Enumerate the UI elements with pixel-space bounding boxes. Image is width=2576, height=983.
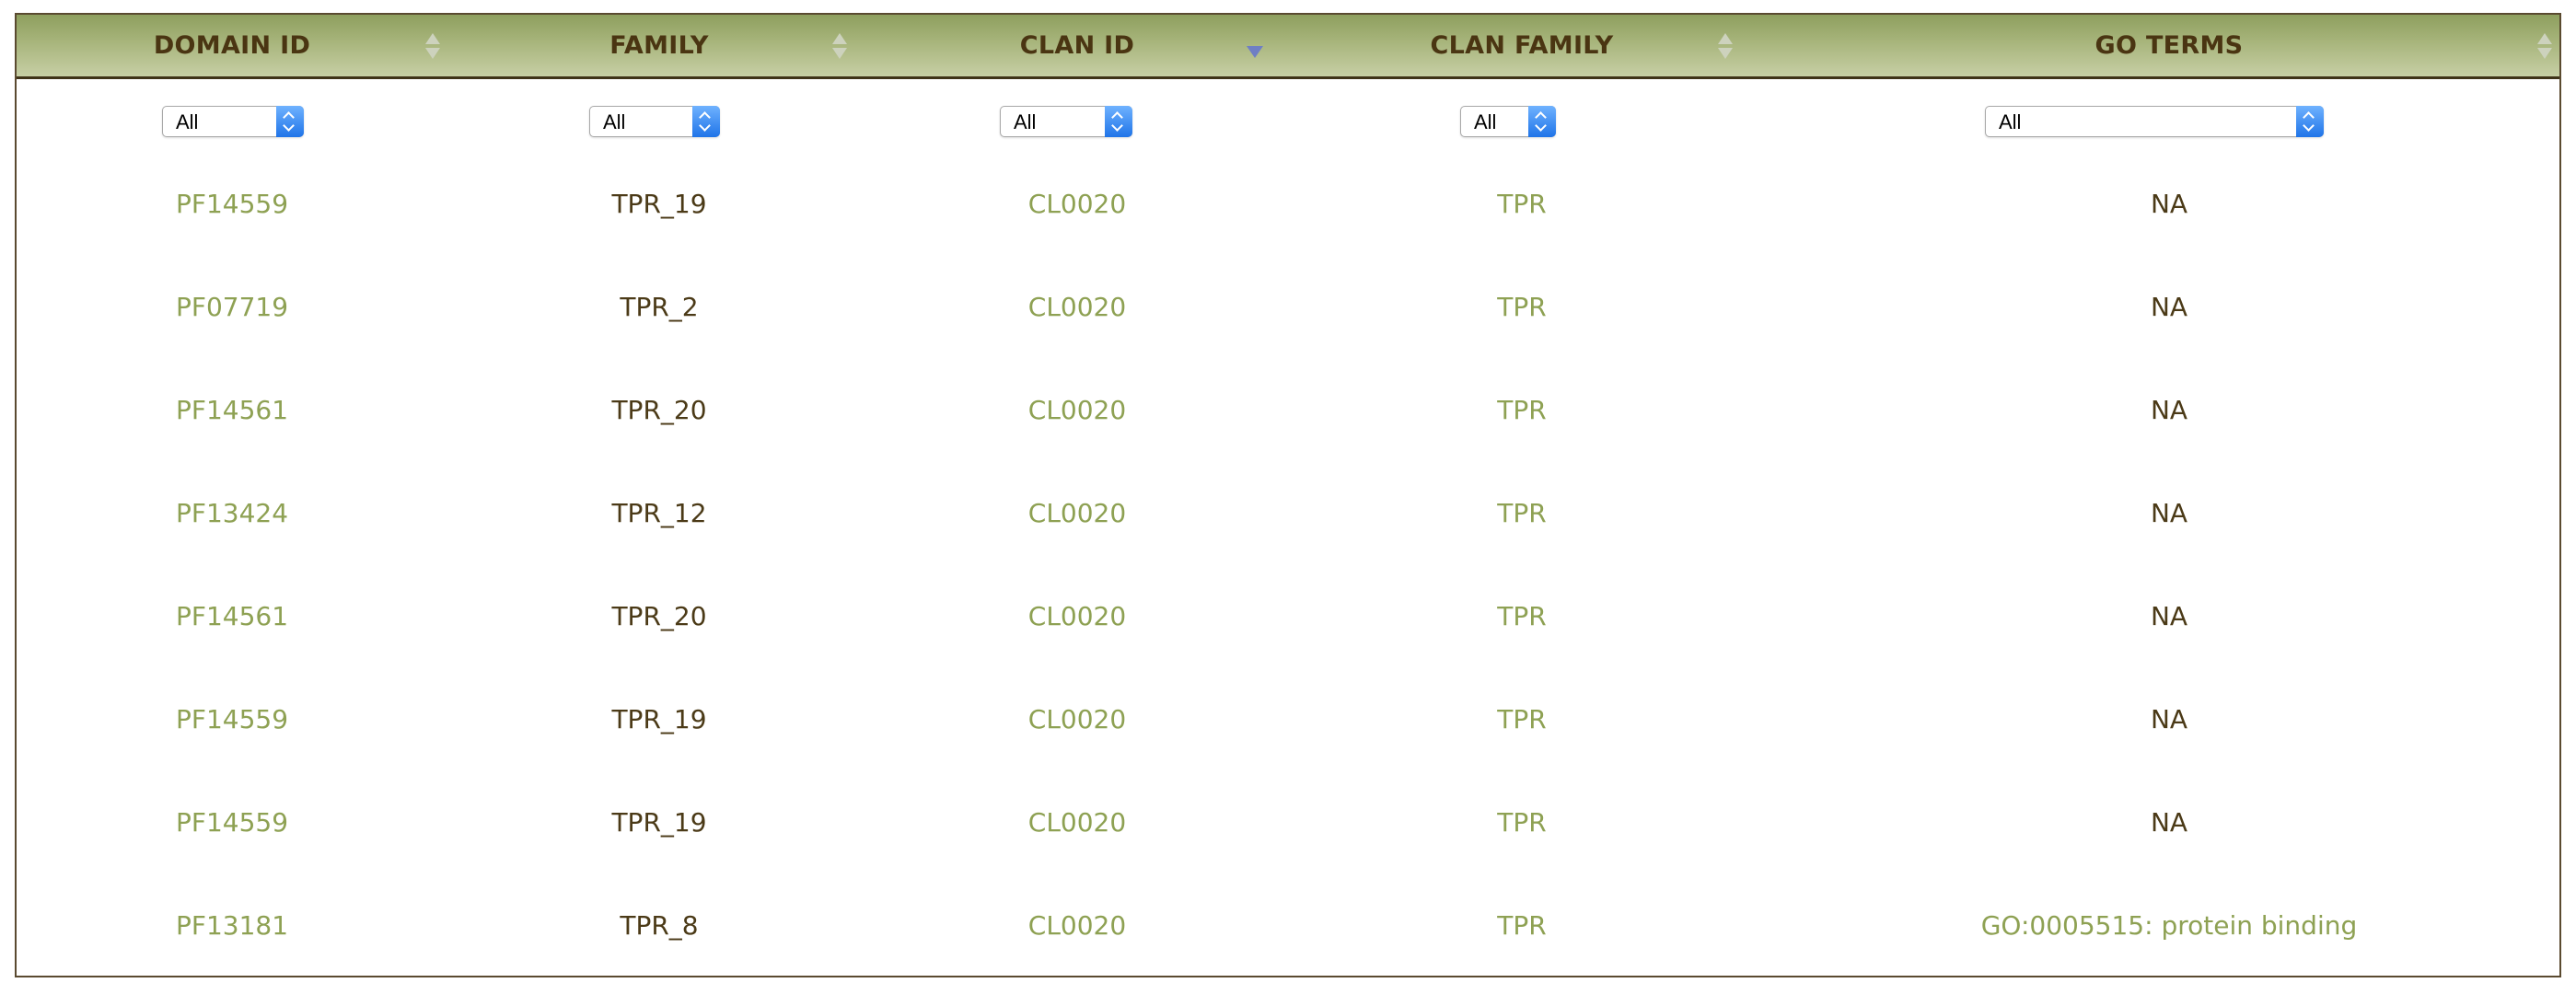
clan-family-link[interactable]: TPR (1283, 152, 1760, 255)
table-header: DOMAIN ID FAMILY CLAN ID CLAN FAMILY GO … (17, 15, 2559, 79)
clan-id-link[interactable]: CL0020 (871, 667, 1283, 770)
select-arrows-icon (692, 106, 720, 137)
family-cell: TPR_12 (611, 497, 707, 528)
select-arrows-icon (2296, 106, 2324, 137)
clan-family-link[interactable]: TPR (1283, 255, 1760, 358)
table-row: PF07719 TPR_2 CL0020 TPR NA (17, 255, 2559, 358)
header-label: CLAN ID (1019, 31, 1135, 60)
table-row: PF14561 TPR_20 CL0020 TPR NA (17, 564, 2559, 667)
domain-id-link[interactable]: PF14561 (17, 564, 447, 667)
domain-id-link[interactable]: PF14559 (17, 667, 447, 770)
table-row: PF13424 TPR_12 CL0020 TPR NA (17, 461, 2559, 564)
sort-icon[interactable] (830, 33, 849, 61)
clan-family-link[interactable]: TPR (1283, 461, 1760, 564)
go-terms-cell: NA (2150, 188, 2188, 219)
table-row: PF14559 TPR_19 CL0020 TPR NA (17, 152, 2559, 255)
column-header-clan-id[interactable]: CLAN ID (871, 15, 1283, 76)
go-terms-cell: NA (2150, 497, 2188, 528)
go-terms-cell: NA (2150, 806, 2188, 838)
filter-domain-id-select[interactable]: All (162, 106, 304, 137)
clan-id-link[interactable]: CL0020 (871, 770, 1283, 873)
go-terms-cell: NA (2150, 291, 2188, 322)
clan-family-link[interactable]: TPR (1283, 667, 1760, 770)
column-header-family[interactable]: FAMILY (447, 15, 871, 76)
filter-family-select[interactable]: All (589, 106, 720, 137)
sort-icon[interactable] (424, 33, 442, 61)
column-header-go-terms[interactable]: GO TERMS (1760, 15, 2576, 76)
clan-id-link[interactable]: CL0020 (871, 255, 1283, 358)
family-cell: TPR_19 (611, 806, 707, 838)
select-arrows-icon (1105, 106, 1132, 137)
family-cell: TPR_8 (620, 909, 699, 941)
table-row: PF14559 TPR_19 CL0020 TPR NA (17, 770, 2559, 873)
family-cell: TPR_19 (611, 703, 707, 734)
filter-clan-id-select[interactable]: All (1000, 106, 1132, 137)
table-row: PF13181 TPR_8 CL0020 TPR GO:0005515: pro… (17, 873, 2559, 977)
table-row: PF14561 TPR_20 CL0020 TPR NA (17, 358, 2559, 461)
clan-id-link[interactable]: CL0020 (871, 358, 1283, 461)
family-cell: TPR_2 (620, 291, 699, 322)
sort-descending-icon[interactable] (1247, 46, 1263, 58)
go-terms-cell: NA (2150, 394, 2188, 425)
clan-family-link[interactable]: TPR (1283, 564, 1760, 667)
domain-id-link[interactable]: PF14561 (17, 358, 447, 461)
family-cell: TPR_19 (611, 188, 707, 219)
column-header-domain-id[interactable]: DOMAIN ID (17, 15, 447, 76)
domain-id-link[interactable]: PF07719 (17, 255, 447, 358)
family-cell: TPR_20 (611, 394, 707, 425)
sort-icon[interactable] (1716, 33, 1735, 61)
clan-id-link[interactable]: CL0020 (871, 152, 1283, 255)
filter-go-terms-select[interactable]: All (1985, 106, 2324, 137)
domain-id-link[interactable]: PF14559 (17, 770, 447, 873)
domain-table: DOMAIN ID FAMILY CLAN ID CLAN FAMILY GO … (15, 13, 2561, 977)
table-row: PF14559 TPR_19 CL0020 TPR NA (17, 667, 2559, 770)
family-cell: TPR_20 (611, 600, 707, 631)
clan-family-link[interactable]: TPR (1283, 873, 1760, 977)
header-label: GO TERMS (2094, 31, 2244, 60)
go-term-link[interactable]: GO:0005515: protein binding (1760, 873, 2576, 977)
filter-clan-family-select[interactable]: All (1460, 106, 1556, 137)
column-header-clan-family[interactable]: CLAN FAMILY (1283, 15, 1760, 76)
clan-id-link[interactable]: CL0020 (871, 873, 1283, 977)
domain-id-link[interactable]: PF13181 (17, 873, 447, 977)
clan-id-link[interactable]: CL0020 (871, 461, 1283, 564)
select-arrows-icon (1528, 106, 1556, 137)
header-label: FAMILY (609, 31, 709, 60)
header-label: CLAN FAMILY (1430, 31, 1614, 60)
domain-id-link[interactable]: PF14559 (17, 152, 447, 255)
go-terms-cell: NA (2150, 703, 2188, 734)
select-arrows-icon (276, 106, 304, 137)
go-terms-cell: NA (2150, 600, 2188, 631)
clan-id-link[interactable]: CL0020 (871, 564, 1283, 667)
sort-icon[interactable] (2535, 33, 2554, 61)
header-label: DOMAIN ID (153, 31, 311, 60)
clan-family-link[interactable]: TPR (1283, 770, 1760, 873)
domain-id-link[interactable]: PF13424 (17, 461, 447, 564)
clan-family-link[interactable]: TPR (1283, 358, 1760, 461)
